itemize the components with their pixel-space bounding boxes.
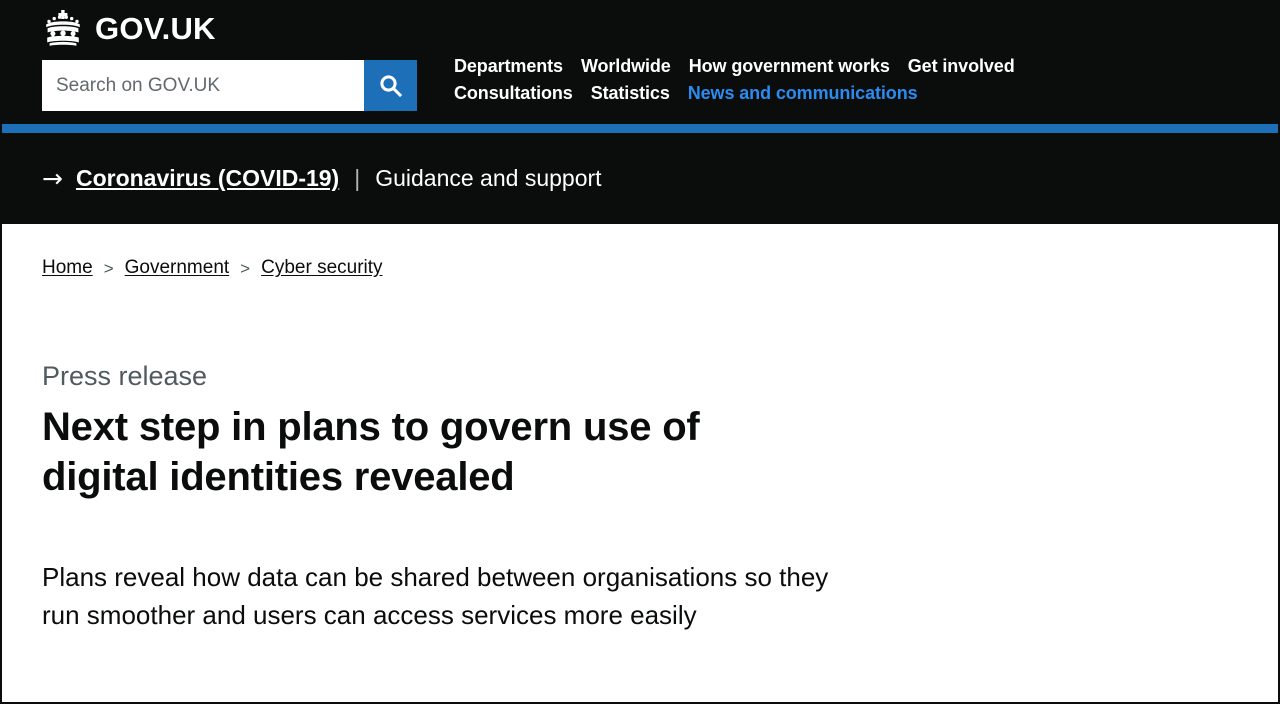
article-summary: Plans reveal how data can be shared betw…: [42, 562, 829, 631]
arrow-right-icon: →: [42, 164, 63, 193]
govuk-logo-link[interactable]: GOV.UK: [40, 9, 216, 47]
main-content: Home > Government > Cyber security Press…: [2, 224, 1278, 634]
nav-row-one: Departments Worldwide How government wor…: [454, 55, 1154, 77]
global-header: GOV.UK Departments Worldwide: [2, 0, 1278, 124]
nav-item-how-government-works[interactable]: How government works: [689, 55, 890, 77]
breadcrumb-item-government[interactable]: Government: [125, 257, 230, 279]
breadcrumb-item-home[interactable]: Home: [42, 257, 93, 279]
nav-item-consultations[interactable]: Consultations: [454, 82, 573, 104]
global-navigation: Departments Worldwide How government wor…: [454, 55, 1154, 109]
covid-banner-inner: → Coronavirus (COVID-19) | Guidance and …: [42, 165, 602, 192]
site-search-form: [42, 60, 417, 111]
nav-item-statistics[interactable]: Statistics: [591, 82, 670, 104]
govuk-logo-text: GOV.UK: [95, 10, 216, 46]
nav-item-news-and-communications[interactable]: News and communications: [688, 82, 918, 104]
breadcrumb-separator-icon: >: [103, 258, 114, 278]
page-frame: GOV.UK Departments Worldwide: [0, 0, 1280, 704]
nav-item-worldwide[interactable]: Worldwide: [581, 55, 671, 77]
header-blue-stripe: [2, 124, 1278, 133]
header-inner: GOV.UK Departments Worldwide: [2, 0, 1278, 124]
covid-banner-separator: |: [354, 165, 361, 191]
covid-banner-subtitle: Guidance and support: [375, 165, 602, 191]
breadcrumb: Home > Government > Cyber security: [42, 224, 1238, 279]
search-input[interactable]: [42, 60, 364, 111]
breadcrumb-item-cyber-security[interactable]: Cyber security: [261, 257, 382, 279]
covid-banner: → Coronavirus (COVID-19) | Guidance and …: [2, 133, 1278, 224]
nav-item-departments[interactable]: Departments: [454, 55, 563, 77]
crown-icon: [40, 9, 86, 47]
search-icon: [379, 74, 402, 97]
page-title: Next step in plans to govern use of digi…: [42, 405, 700, 500]
nav-item-get-involved[interactable]: Get involved: [908, 55, 1015, 77]
nav-row-two: Consultations Statistics News and commun…: [454, 82, 1154, 104]
breadcrumb-separator-icon: >: [240, 258, 251, 278]
search-submit-button[interactable]: [364, 60, 417, 111]
covid-banner-link[interactable]: Coronavirus (COVID-19): [76, 165, 339, 192]
document-type-label: Press release: [42, 361, 208, 391]
article-header: Press release Next step in plans to gove…: [42, 279, 1238, 634]
